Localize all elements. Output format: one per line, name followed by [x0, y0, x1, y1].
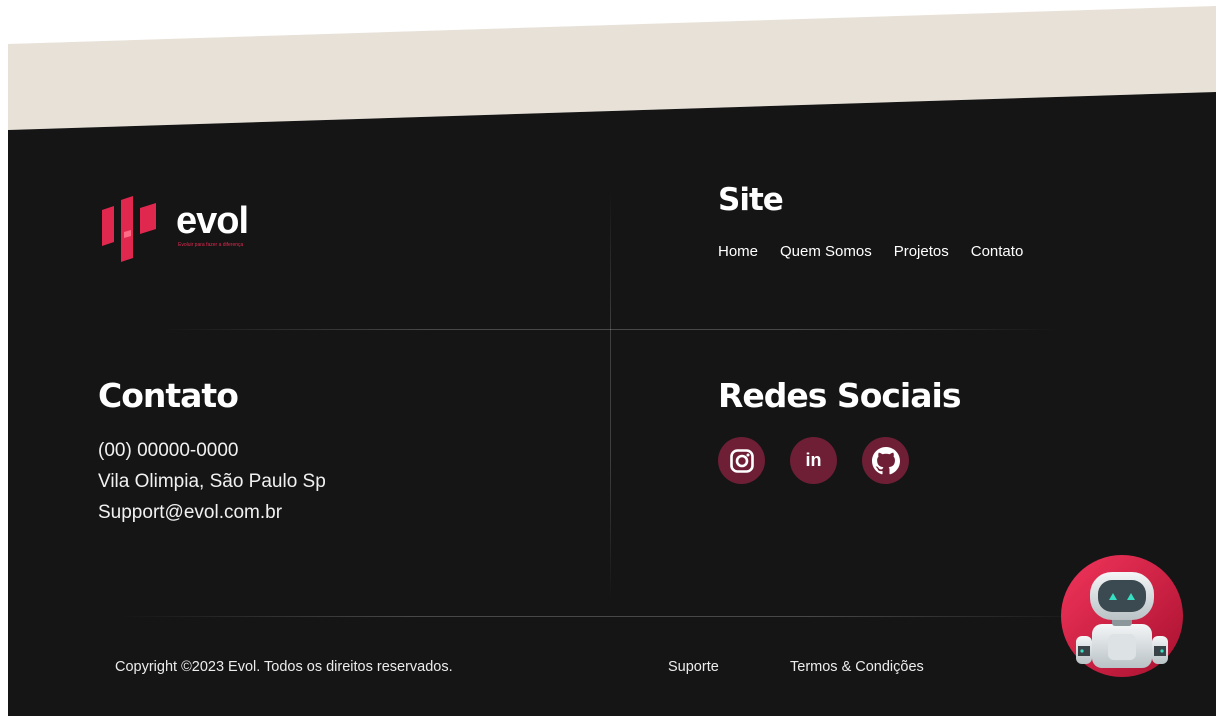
- nav-link-home[interactable]: Home: [718, 243, 758, 260]
- contact-phone: (00) 00000-0000: [98, 440, 239, 461]
- social-links: in: [718, 437, 909, 484]
- robot-chat-icon: [1061, 555, 1183, 677]
- page: evol Evoluir para fazer a diferença Site…: [0, 0, 1216, 716]
- logo-tagline: Evoluir para fazer a diferença: [178, 242, 244, 248]
- copyright-text: Copyright ©2023 Evol. Todos os direitos …: [115, 659, 453, 675]
- contact-info: (00) 00000-0000 Vila Olimpia, São Paulo …: [98, 435, 326, 528]
- contact-email[interactable]: Support@evol.com.br: [98, 497, 326, 528]
- github-icon: [871, 446, 900, 474]
- linkedin-icon: in: [805, 450, 822, 470]
- site-heading: Site: [718, 182, 784, 218]
- site-nav: Home Quem Somos Projetos Contato: [718, 243, 1023, 260]
- contact-address: Vila Olimpia, São Paulo Sp: [98, 471, 326, 492]
- social-heading: Redes Sociais: [718, 376, 961, 415]
- divider-horizontal-bottom: [120, 616, 1100, 617]
- logo-wordmark: evol: [176, 200, 249, 242]
- contact-heading: Contato: [98, 376, 239, 415]
- instagram-button[interactable]: [718, 437, 765, 484]
- instagram-icon: [729, 448, 754, 473]
- support-link[interactable]: Suporte: [668, 659, 719, 675]
- nav-link-contato[interactable]: Contato: [971, 243, 1024, 260]
- divider-vertical: [610, 190, 611, 600]
- linkedin-button[interactable]: in: [790, 437, 837, 484]
- terms-link[interactable]: Termos & Condições: [790, 659, 924, 675]
- evol-logo-mark-icon: [102, 196, 156, 262]
- evol-logo[interactable]: evol Evoluir para fazer a diferença: [100, 190, 270, 264]
- nav-link-quem-somos[interactable]: Quem Somos: [780, 243, 872, 260]
- github-button[interactable]: [862, 437, 909, 484]
- chat-assistant-button[interactable]: [1060, 554, 1184, 681]
- nav-link-projetos[interactable]: Projetos: [894, 243, 949, 260]
